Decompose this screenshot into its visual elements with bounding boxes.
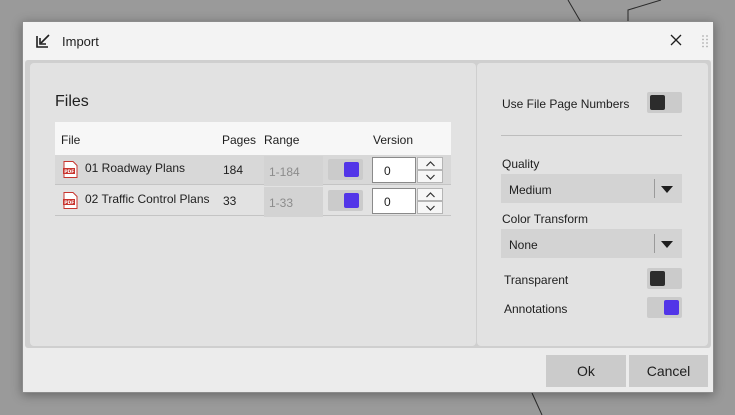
dropdown-arrow-icon xyxy=(661,241,673,248)
import-dialog: Import Files File Pages Range Version PD… xyxy=(22,21,714,393)
select-divider xyxy=(654,234,655,253)
file-pages: 184 xyxy=(223,163,244,177)
divider xyxy=(501,135,682,136)
range-field[interactable]: 1-184 xyxy=(264,156,323,186)
svg-text:PDF: PDF xyxy=(64,169,74,175)
file-pages: 33 xyxy=(223,194,237,208)
color-transform-value: None xyxy=(509,238,538,252)
chevron-down-icon xyxy=(426,205,435,211)
files-panel: Files File Pages Range Version PDF 01 Ro… xyxy=(30,63,476,346)
toggle-knob xyxy=(650,95,665,110)
select-divider xyxy=(654,179,655,198)
use-file-page-numbers-label: Use File Page Numbers xyxy=(502,97,630,111)
version-input[interactable]: 0 xyxy=(372,188,416,214)
cancel-button[interactable]: Cancel xyxy=(629,355,708,387)
column-header-file: File xyxy=(61,133,81,147)
dialog-content: Files File Pages Range Version PDF 01 Ro… xyxy=(25,60,711,348)
version-decrement-button[interactable] xyxy=(417,170,443,183)
file-name: 01 Roadway Plans xyxy=(85,161,186,175)
color-transform-select[interactable]: None xyxy=(501,229,682,258)
column-header-range: Range xyxy=(264,133,300,147)
quality-select[interactable]: Medium xyxy=(501,174,682,203)
annotations-label: Annotations xyxy=(504,302,568,316)
dropdown-arrow-icon xyxy=(661,186,673,193)
range-field[interactable]: 1-33 xyxy=(264,187,323,217)
files-table-header: File Pages Range Version xyxy=(55,122,451,155)
file-name: 02 Traffic Control Plans xyxy=(85,192,210,206)
chevron-up-icon xyxy=(426,161,435,167)
version-increment-button[interactable] xyxy=(417,188,443,201)
column-header-version: Version xyxy=(373,133,414,147)
options-panel: Use File Page Numbers Quality Medium Col… xyxy=(477,63,708,346)
transparent-toggle[interactable] xyxy=(647,268,682,289)
row-color-toggle[interactable] xyxy=(328,159,363,180)
annotations-toggle[interactable] xyxy=(647,297,682,318)
version-decrement-button[interactable] xyxy=(417,201,443,214)
pdf-icon: PDF xyxy=(63,161,78,178)
svg-text:PDF: PDF xyxy=(64,200,74,206)
column-header-pages: Pages xyxy=(222,133,257,147)
table-row[interactable]: PDF 01 Roadway Plans 184 1-184 0 xyxy=(55,155,451,186)
pdf-icon: PDF xyxy=(63,192,78,209)
resize-grip-icon[interactable] xyxy=(701,33,709,49)
version-input[interactable]: 0 xyxy=(372,157,416,183)
version-increment-button[interactable] xyxy=(417,157,443,170)
chevron-down-icon xyxy=(426,174,435,180)
row-color-toggle[interactable] xyxy=(328,190,363,211)
color-swatch xyxy=(344,162,359,177)
table-row[interactable]: PDF 02 Traffic Control Plans 33 1-33 0 xyxy=(55,186,451,217)
color-swatch xyxy=(344,193,359,208)
ok-button[interactable]: Ok xyxy=(546,355,626,387)
close-icon[interactable] xyxy=(668,32,684,48)
quality-label: Quality xyxy=(502,157,540,171)
toggle-knob xyxy=(664,300,679,315)
dialog-title: Import xyxy=(62,34,99,49)
toggle-knob xyxy=(650,271,665,286)
transparent-label: Transparent xyxy=(504,273,569,287)
files-heading: Files xyxy=(55,93,89,110)
chevron-up-icon xyxy=(426,192,435,198)
use-file-page-numbers-toggle[interactable] xyxy=(647,92,682,113)
color-transform-label: Color Transform xyxy=(502,212,589,226)
import-icon xyxy=(36,34,50,48)
dialog-titlebar: Import xyxy=(23,22,713,60)
quality-value: Medium xyxy=(509,183,552,197)
